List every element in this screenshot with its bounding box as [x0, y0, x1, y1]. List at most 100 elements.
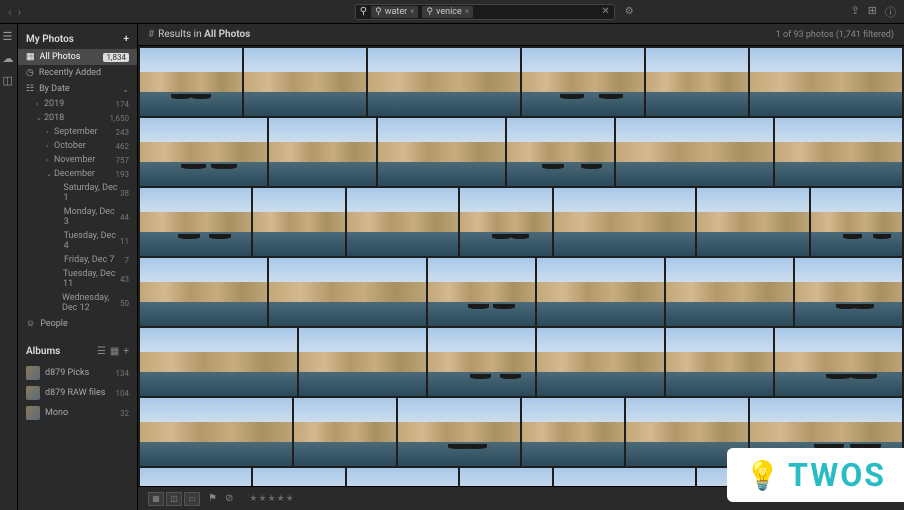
- sidebar-item-people[interactable]: ☺ People: [18, 315, 137, 332]
- photo-thumbnail[interactable]: [537, 328, 664, 396]
- photo-thumbnail[interactable]: [428, 258, 535, 326]
- album-item[interactable]: Mono32: [18, 403, 137, 423]
- albums-header: Albums ☰ ▦ +: [18, 340, 137, 363]
- learn-icon[interactable]: ◫: [3, 74, 15, 86]
- search-clear-icon[interactable]: ✕: [601, 6, 609, 17]
- album-item[interactable]: d879 Picks134: [18, 363, 137, 383]
- filter-icon[interactable]: ⚙: [625, 6, 634, 17]
- tag-icon[interactable]: ⊞: [868, 4, 877, 20]
- tree-item[interactable]: ⌄20181,650: [18, 111, 137, 125]
- add-album-icon[interactable]: +: [123, 346, 129, 357]
- photo-thumbnail[interactable]: [554, 468, 695, 486]
- photo-grid[interactable]: [138, 46, 904, 486]
- reject-icon[interactable]: ⊘: [225, 493, 233, 504]
- photo-thumbnail[interactable]: [253, 468, 344, 486]
- share-icon[interactable]: ⇪: [851, 4, 860, 20]
- photo-thumbnail[interactable]: [253, 188, 344, 256]
- tree-item[interactable]: ⌄December193: [18, 167, 137, 181]
- photo-thumbnail[interactable]: [347, 468, 458, 486]
- activity-bar: ☰ ☁ ◫: [0, 24, 18, 510]
- photo-thumbnail[interactable]: [460, 188, 551, 256]
- photo-thumbnail[interactable]: [140, 328, 297, 396]
- grid-icon: ▦: [26, 52, 35, 62]
- tree-item[interactable]: Tuesday, Dec 411: [18, 229, 137, 253]
- hash-icon: #: [148, 29, 154, 40]
- search-icon: ⚲: [360, 6, 367, 17]
- photo-thumbnail[interactable]: [140, 48, 242, 116]
- tag-remove-icon[interactable]: ×: [465, 7, 469, 16]
- tree-item[interactable]: ›September243: [18, 125, 137, 139]
- tag-remove-icon[interactable]: ×: [410, 7, 414, 16]
- photo-thumbnail[interactable]: [140, 398, 292, 466]
- photo-thumbnail[interactable]: [811, 188, 902, 256]
- info-icon[interactable]: ⓘ: [885, 4, 896, 20]
- watermark: 💡 TWOS: [727, 448, 904, 502]
- add-icon[interactable]: +: [124, 34, 130, 45]
- content-area: # Results in All Photos 1 of 93 photos (…: [138, 24, 904, 510]
- tree-item[interactable]: Wednesday, Dec 1250: [18, 291, 137, 315]
- top-bar: ‹ › ⚲ ⚲water× ⚲venice× ✕ ⚙ ⇪ ⊞ ⓘ: [0, 0, 904, 24]
- photo-thumbnail[interactable]: [795, 258, 902, 326]
- photo-thumbnail[interactable]: [460, 468, 551, 486]
- photo-thumbnail[interactable]: [750, 48, 902, 116]
- sidebar: My Photos + ▦ All Photos 1,834 ◷ Recentl…: [18, 24, 138, 510]
- sidebar-header: My Photos +: [18, 30, 137, 49]
- photo-thumbnail[interactable]: [140, 258, 267, 326]
- nav-forward-icon[interactable]: ›: [18, 5, 22, 19]
- clock-icon: ◷: [26, 68, 34, 78]
- album-item[interactable]: d879 RAW files104: [18, 383, 137, 403]
- photo-thumbnail[interactable]: [398, 398, 520, 466]
- tree-item[interactable]: Saturday, Dec 138: [18, 181, 137, 205]
- tree-item[interactable]: ›November757: [18, 153, 137, 167]
- photo-thumbnail[interactable]: [666, 328, 773, 396]
- search-tag[interactable]: ⚲venice×: [422, 6, 473, 18]
- sidebar-item-by-date[interactable]: ☷ By Date ⌄: [18, 81, 137, 97]
- photo-thumbnail[interactable]: [775, 328, 902, 396]
- flag-icon[interactable]: ⚑: [208, 493, 217, 504]
- photo-thumbnail[interactable]: [269, 258, 426, 326]
- results-header: # Results in All Photos 1 of 93 photos (…: [138, 24, 904, 46]
- photo-thumbnail[interactable]: [378, 118, 505, 186]
- detail-view-button[interactable]: ▭: [184, 492, 200, 506]
- photo-thumbnail[interactable]: [507, 118, 614, 186]
- lightbulb-icon: 💡: [745, 459, 780, 492]
- photo-thumbnail[interactable]: [554, 188, 695, 256]
- photo-thumbnail[interactable]: [244, 48, 366, 116]
- tree-item[interactable]: Friday, Dec 77: [18, 253, 137, 267]
- search-tag[interactable]: ⚲water×: [371, 6, 418, 18]
- photo-thumbnail[interactable]: [140, 118, 267, 186]
- photo-thumbnail[interactable]: [140, 188, 251, 256]
- photo-thumbnail[interactable]: [140, 468, 251, 486]
- photo-thumbnail[interactable]: [347, 188, 458, 256]
- search-input[interactable]: ⚲ ⚲water× ⚲venice× ✕: [355, 4, 615, 20]
- list-view-icon[interactable]: ☰: [97, 346, 106, 357]
- square-view-button[interactable]: ◫: [166, 492, 182, 506]
- grid-view-icon[interactable]: ▦: [110, 346, 119, 357]
- photo-thumbnail[interactable]: [616, 118, 773, 186]
- photo-thumbnail[interactable]: [522, 398, 624, 466]
- photo-thumbnail[interactable]: [428, 328, 535, 396]
- photo-thumbnail[interactable]: [269, 118, 376, 186]
- sidebar-item-recently-added[interactable]: ◷ Recently Added: [18, 65, 137, 81]
- tree-item[interactable]: ›October462: [18, 139, 137, 153]
- calendar-icon: ☷: [26, 84, 34, 94]
- photo-thumbnail[interactable]: [666, 258, 793, 326]
- home-icon[interactable]: ☰: [3, 30, 15, 42]
- sidebar-item-all-photos[interactable]: ▦ All Photos 1,834: [18, 49, 137, 65]
- results-count: 1 of 93 photos (1,741 filtered): [776, 30, 894, 40]
- photo-thumbnail[interactable]: [697, 188, 808, 256]
- tree-item[interactable]: Monday, Dec 344: [18, 205, 137, 229]
- photo-thumbnail[interactable]: [294, 398, 396, 466]
- photo-thumbnail[interactable]: [646, 48, 748, 116]
- photo-thumbnail[interactable]: [299, 328, 426, 396]
- photo-thumbnail[interactable]: [368, 48, 520, 116]
- grid-view-button[interactable]: ▦: [148, 492, 164, 506]
- photo-thumbnail[interactable]: [522, 48, 644, 116]
- tree-item[interactable]: Tuesday, Dec 1143: [18, 267, 137, 291]
- tree-item[interactable]: ›2019174: [18, 97, 137, 111]
- nav-back-icon[interactable]: ‹: [8, 5, 12, 19]
- photo-thumbnail[interactable]: [775, 118, 902, 186]
- photo-thumbnail[interactable]: [537, 258, 664, 326]
- rating-stars[interactable]: ★★★★★: [249, 494, 293, 504]
- cloud-icon[interactable]: ☁: [3, 52, 15, 64]
